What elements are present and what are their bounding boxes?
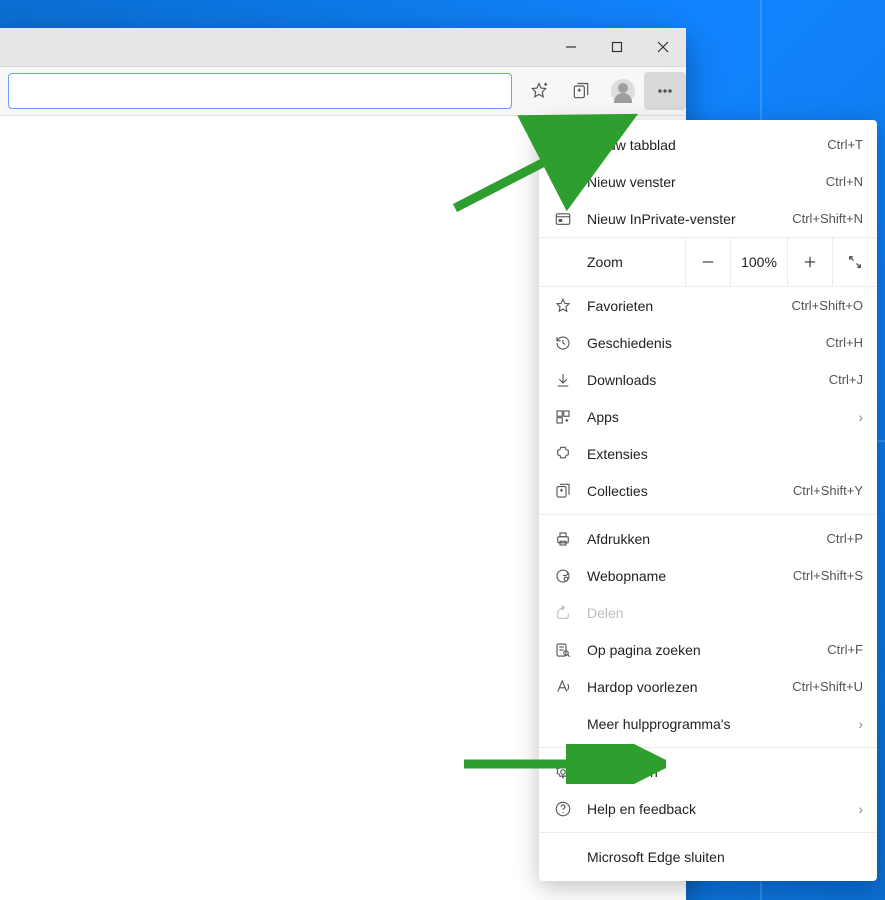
address-bar[interactable] [8,73,512,109]
menu-label: Extensies [587,446,863,462]
menu-label: Collecties [587,483,779,499]
menu-label: Help en feedback [587,801,844,817]
profile-button[interactable] [602,72,644,110]
maximize-button[interactable] [594,28,640,66]
menu-item-history[interactable]: Geschiedenis Ctrl+H [539,324,877,361]
menu-item-new-window[interactable]: Nieuw venster Ctrl+N [539,163,877,200]
new-window-icon [553,172,573,192]
menu-item-help[interactable]: Help en feedback › [539,790,877,827]
favorites-icon [553,296,573,316]
menu-shortcut: Ctrl+Shift+S [793,568,863,583]
menu-label: Apps [587,409,844,425]
menu-item-print[interactable]: Afdrukken Ctrl+P [539,520,877,557]
web-capture-icon [553,566,573,586]
menu-shortcut: Ctrl+Shift+Y [793,483,863,498]
menu-item-share: Delen [539,594,877,631]
apps-icon [553,407,573,427]
menu-item-web-capture[interactable]: Webopname Ctrl+Shift+S [539,557,877,594]
menu-label: Webopname [587,568,779,584]
menu-item-find[interactable]: Op pagina zoeken Ctrl+F [539,631,877,668]
menu-label: Microsoft Edge sluiten [587,849,863,865]
menu-divider [539,747,877,748]
print-icon [553,529,573,549]
menu-shortcut: Ctrl+J [829,372,863,387]
menu-shortcut: Ctrl+Shift+N [792,211,863,226]
menu-label: Delen [587,605,863,621]
minimize-button[interactable] [548,28,594,66]
menu-zoom-row: Zoom 100% [539,237,877,287]
collections-button[interactable] [560,72,602,110]
menu-item-favorites[interactable]: Favorieten Ctrl+Shift+O [539,287,877,324]
menu-item-exit[interactable]: Microsoft Edge sluiten [539,838,877,875]
menu-item-extensions[interactable]: Extensies [539,435,877,472]
menu-item-new-tab[interactable]: Nieuw tabblad Ctrl+T [539,126,877,163]
menu-item-downloads[interactable]: Downloads Ctrl+J [539,361,877,398]
menu-label: Hardop voorlezen [587,679,778,695]
zoom-out-button[interactable] [685,238,730,286]
profile-avatar-icon [611,79,635,103]
menu-shortcut: Ctrl+F [827,642,863,657]
menu-shortcut: Ctrl+N [826,174,863,189]
chevron-right-icon: › [858,409,863,425]
menu-shortcut: Ctrl+Shift+O [791,298,863,313]
menu-item-new-inprivate[interactable]: Nieuw InPrivate-venster Ctrl+Shift+N [539,200,877,237]
menu-shortcut: Ctrl+H [826,335,863,350]
extensions-icon [553,444,573,464]
desktop-wallpaper: Nieuw tabblad Ctrl+T Nieuw venster Ctrl+… [0,0,885,900]
downloads-icon [553,370,573,390]
menu-label: Downloads [587,372,815,388]
zoom-in-button[interactable] [787,238,832,286]
menu-item-settings[interactable]: Instellingen [539,753,877,790]
share-icon [553,603,573,623]
read-aloud-icon [553,677,573,697]
zoom-value: 100% [730,238,787,286]
menu-label: Instellingen [587,764,863,780]
chevron-right-icon: › [858,801,863,817]
menu-shortcut: Ctrl+T [827,137,863,152]
history-icon [553,333,573,353]
menu-shortcut: Ctrl+P [827,531,863,546]
menu-divider [539,832,877,833]
menu-label: Favorieten [587,298,777,314]
chevron-right-icon: › [858,716,863,732]
menu-shortcut: Ctrl+Shift+U [792,679,863,694]
menu-label: Nieuw venster [587,174,812,190]
menu-label: Op pagina zoeken [587,642,813,658]
window-titlebar [0,28,686,67]
favorites-button[interactable] [518,72,560,110]
close-button[interactable] [640,28,686,66]
menu-label: Afdrukken [587,531,813,547]
inprivate-icon [553,209,573,229]
menu-item-collections[interactable]: Collecties Ctrl+Shift+Y [539,472,877,509]
find-icon [553,640,573,660]
zoom-label: Zoom [539,238,685,286]
menu-label: Nieuw tabblad [587,137,813,153]
more-button[interactable] [644,72,686,110]
settings-menu: Nieuw tabblad Ctrl+T Nieuw venster Ctrl+… [539,120,877,881]
menu-label: Nieuw InPrivate-venster [587,211,778,227]
gear-icon [553,762,573,782]
collections-icon [553,481,573,501]
menu-item-more-tools[interactable]: Meer hulpprogramma's › [539,705,877,742]
fullscreen-button[interactable] [832,238,877,286]
menu-divider [539,514,877,515]
menu-item-read-aloud[interactable]: Hardop voorlezen Ctrl+Shift+U [539,668,877,705]
new-tab-icon [553,135,573,155]
browser-toolbar [0,67,686,116]
menu-label: Meer hulpprogramma's [587,716,844,732]
menu-item-apps[interactable]: Apps › [539,398,877,435]
help-icon [553,799,573,819]
menu-label: Geschiedenis [587,335,812,351]
